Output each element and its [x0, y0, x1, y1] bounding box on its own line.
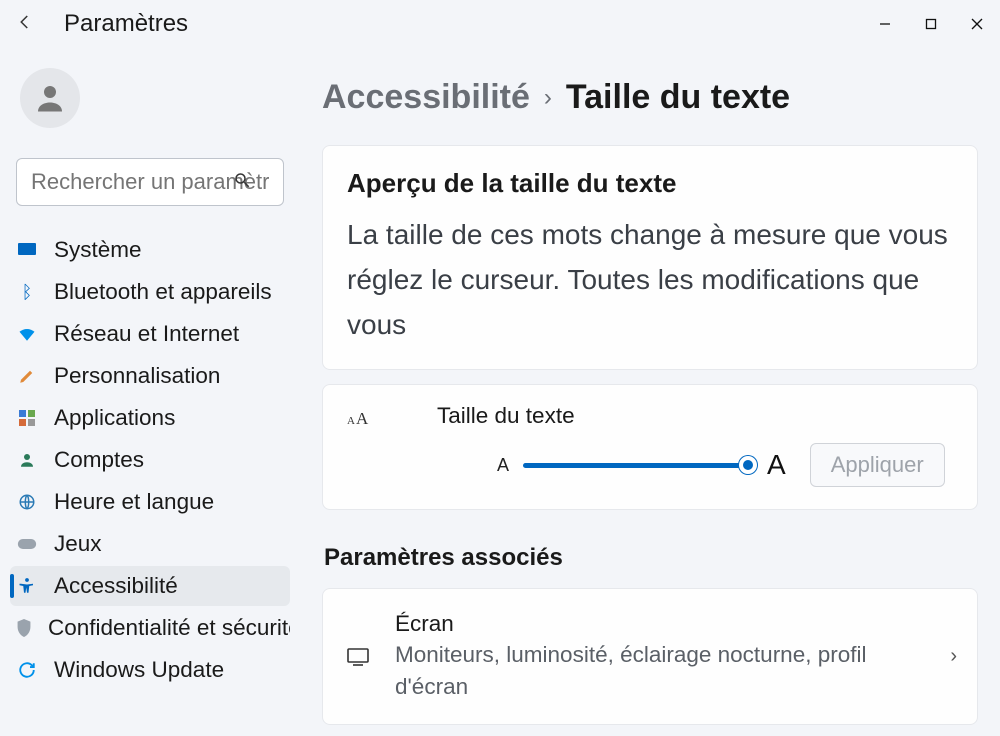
sidebar-item-bluetooth[interactable]: ᛒ Bluetooth et appareils [10, 272, 290, 312]
update-icon [16, 659, 38, 681]
text-size-icon: AA [347, 409, 387, 429]
sidebar-item-apps[interactable]: Applications [10, 398, 290, 438]
sidebar-item-personalization[interactable]: Personnalisation [10, 356, 290, 396]
back-button[interactable] [16, 13, 34, 36]
sidebar-item-label: Bluetooth et appareils [54, 279, 272, 305]
sidebar-item-label: Comptes [54, 447, 144, 473]
minimize-button[interactable] [862, 8, 908, 40]
sidebar-item-accounts[interactable]: Comptes [10, 440, 290, 480]
chevron-right-icon: › [544, 84, 552, 112]
window-title: Paramètres [64, 10, 188, 38]
text-size-slider[interactable] [523, 463, 753, 468]
slider-min-marker: A [497, 455, 509, 476]
related-item-subtitle: Moniteurs, luminosité, éclairage nocturn… [395, 639, 928, 702]
bluetooth-icon: ᛒ [16, 281, 38, 303]
breadcrumb-parent[interactable]: Accessibilité [322, 78, 530, 117]
sidebar-item-label: Windows Update [54, 657, 224, 683]
titlebar: Paramètres [0, 0, 1000, 48]
sidebar-item-network[interactable]: Réseau et Internet [10, 314, 290, 354]
wifi-icon [16, 323, 38, 345]
sidebar-item-privacy[interactable]: Confidentialité et sécurité [10, 608, 290, 648]
brush-icon [16, 365, 38, 387]
shield-icon [16, 617, 32, 639]
related-display-item[interactable]: Écran Moniteurs, luminosité, éclairage n… [322, 588, 978, 725]
close-button[interactable] [954, 8, 1000, 40]
slider-label: Taille du texte [437, 403, 575, 429]
preview-heading: Aperçu de la taille du texte [347, 168, 953, 199]
text-size-preview-card: Aperçu de la taille du texte La taille d… [322, 145, 978, 370]
accounts-icon [16, 449, 38, 471]
gaming-icon [16, 533, 38, 555]
sidebar-item-label: Confidentialité et sécurité [48, 615, 290, 641]
main-content: Accessibilité › Taille du texte Aperçu d… [300, 60, 1000, 736]
nav-list: Système ᛒ Bluetooth et appareils Réseau … [10, 230, 290, 690]
apps-icon [16, 407, 38, 429]
apply-button[interactable]: Appliquer [810, 443, 945, 487]
slider-max-marker: A [767, 449, 786, 481]
sidebar-item-windows-update[interactable]: Windows Update [10, 650, 290, 690]
search-input[interactable] [16, 158, 284, 206]
sidebar-item-label: Heure et langue [54, 489, 214, 515]
breadcrumb: Accessibilité › Taille du texte [322, 78, 978, 117]
sidebar-item-time-language[interactable]: Heure et langue [10, 482, 290, 522]
globe-icon [16, 491, 38, 513]
sidebar-item-label: Réseau et Internet [54, 321, 239, 347]
sidebar-item-label: Accessibilité [54, 573, 178, 599]
maximize-button[interactable] [908, 8, 954, 40]
breadcrumb-current: Taille du texte [566, 78, 790, 117]
sidebar-item-label: Applications [54, 405, 175, 431]
preview-text: La taille de ces mots change à mesure qu… [347, 213, 953, 347]
search-icon [233, 171, 251, 194]
avatar[interactable] [20, 68, 80, 128]
system-icon [16, 239, 38, 261]
display-icon [343, 647, 373, 667]
chevron-right-icon: › [950, 645, 957, 668]
sidebar-item-label: Système [54, 237, 142, 263]
related-item-title: Écran [395, 611, 928, 637]
related-settings-heading: Paramètres associés [324, 544, 978, 572]
sidebar-item-system[interactable]: Système [10, 230, 290, 270]
sidebar-item-gaming[interactable]: Jeux [10, 524, 290, 564]
text-size-slider-card: AA Taille du texte A A Appliquer [322, 384, 978, 510]
sidebar-item-label: Personnalisation [54, 363, 220, 389]
accessibility-icon [16, 575, 38, 597]
sidebar-item-accessibility[interactable]: Accessibilité [10, 566, 290, 606]
window-controls [862, 8, 1000, 40]
slider-handle[interactable] [739, 456, 757, 474]
sidebar-item-label: Jeux [54, 531, 102, 557]
sidebar: Système ᛒ Bluetooth et appareils Réseau … [0, 60, 300, 736]
